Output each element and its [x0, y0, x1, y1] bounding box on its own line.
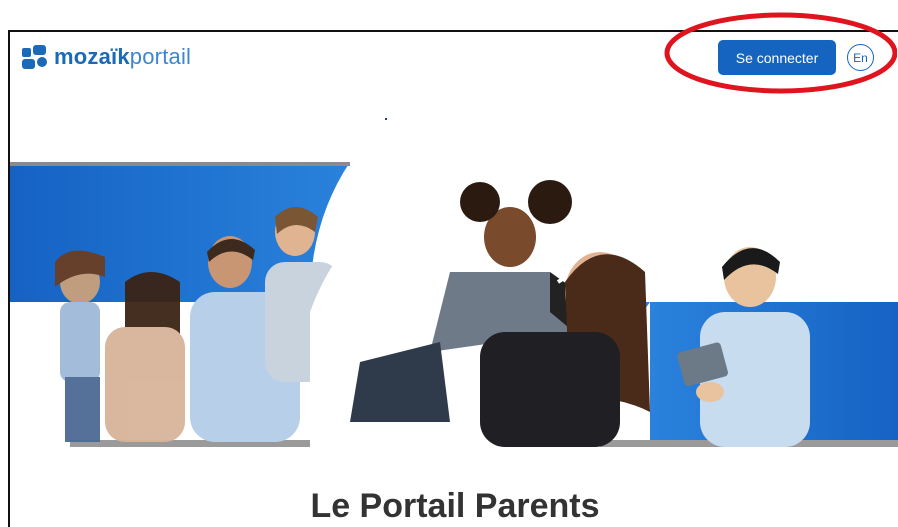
page-title: Le Portail Parents: [310, 487, 600, 525]
site-header: mozaïkportail Se connecter En: [10, 32, 898, 92]
login-button[interactable]: Se connecter: [718, 40, 836, 75]
language-toggle[interactable]: En: [847, 44, 874, 71]
hero-banner: [10, 162, 898, 447]
stray-dot: [385, 118, 387, 120]
mozaik-logo-icon: [22, 45, 48, 69]
logo-wordmark: mozaïkportail: [54, 44, 192, 69]
browser-viewport: mozaïkportail Se connecter En Le Portail…: [8, 30, 898, 527]
mozaik-logo[interactable]: mozaïkportail: [22, 44, 191, 70]
